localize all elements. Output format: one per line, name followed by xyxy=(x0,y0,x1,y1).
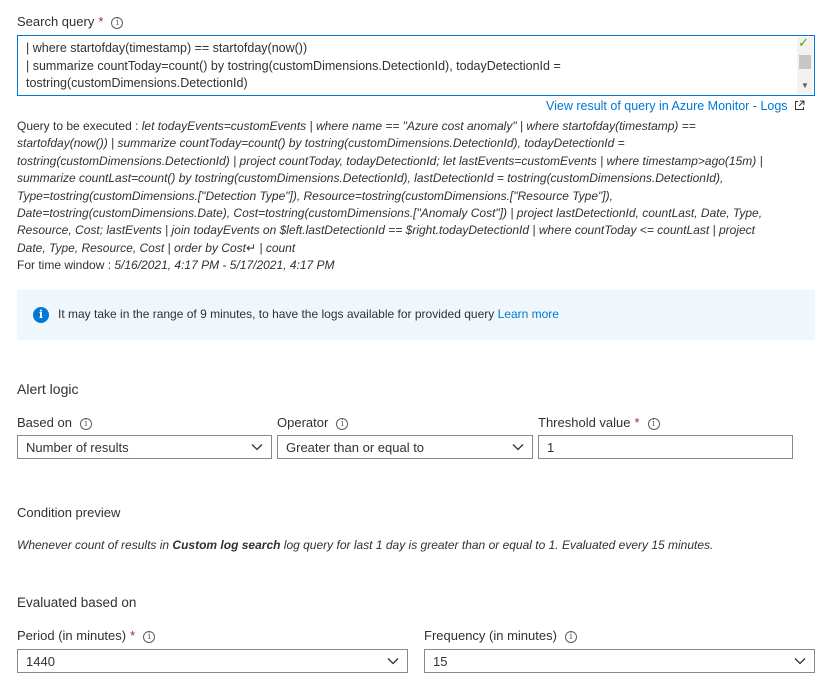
view-result-link-row[interactable]: View result of query in Azure Monitor - … xyxy=(546,99,805,113)
query-exec-line: Resource, Cost; lastEvents | join todayE… xyxy=(17,223,755,238)
info-icon[interactable]: i xyxy=(564,631,577,643)
info-icon[interactable]: i xyxy=(647,418,660,430)
query-exec-line: summarize countLast=count() by tostring(… xyxy=(17,171,724,186)
info-icon[interactable]: i xyxy=(111,17,124,29)
info-icon: i xyxy=(33,307,49,323)
query-line: | summarize countToday=count() by tostri… xyxy=(26,58,561,73)
query-line: | where startofday(timestamp) == startof… xyxy=(26,41,308,55)
based-on-label-row: Based on i xyxy=(17,415,92,430)
period-value: 1440 xyxy=(26,654,55,669)
time-window-value: 5/16/2021, 4:17 PM - 5/17/2021, 4:17 PM xyxy=(114,258,335,273)
chevron-down-icon xyxy=(794,658,806,665)
search-query-input[interactable]: | where startofday(timestamp) == startof… xyxy=(17,35,815,96)
condition-preview-bold: Custom log search xyxy=(172,538,281,552)
check-icon: ✓ xyxy=(798,35,809,50)
threshold-label-row: Threshold value * i xyxy=(538,415,660,430)
query-to-execute: Query to be executed : let todayEvents=c… xyxy=(17,118,817,275)
based-on-label: Based on xyxy=(17,415,72,430)
operator-label-row: Operator i xyxy=(277,415,349,430)
threshold-label: Threshold value xyxy=(538,415,631,430)
query-exec-line: Date, Type, Resource, Cost | order by Co… xyxy=(17,240,296,255)
threshold-input[interactable] xyxy=(538,435,793,459)
time-window: For time window : 5/16/2021, 4:17 PM - 5… xyxy=(17,257,817,274)
info-icon[interactable]: i xyxy=(336,418,349,430)
query-exec-line: Date=tostring(customDimensions.Date), Co… xyxy=(17,206,763,221)
info-icon[interactable]: i xyxy=(143,631,156,643)
query-line: tostring(customDimensions.DetectionId) xyxy=(26,76,248,90)
query-exec-line: tostring(customDimensions.DetectionId) |… xyxy=(17,153,763,168)
required-mark: * xyxy=(634,415,640,430)
condition-preview-title: Condition preview xyxy=(17,505,121,520)
operator-label: Operator xyxy=(277,415,329,430)
based-on-value: Number of results xyxy=(26,440,129,455)
operator-value: Greater than or equal to xyxy=(286,440,425,455)
chevron-down-icon xyxy=(512,444,524,451)
operator-dropdown[interactable]: Greater than or equal to xyxy=(277,435,533,459)
frequency-value: 15 xyxy=(433,654,448,669)
frequency-label: Frequency (in minutes) xyxy=(424,628,557,643)
search-query-text[interactable]: | where startofday(timestamp) == startof… xyxy=(26,40,792,93)
view-result-link[interactable]: View result of query in Azure Monitor - … xyxy=(546,99,788,113)
info-icon[interactable]: i xyxy=(79,418,92,430)
search-query-label: Search query xyxy=(17,14,95,29)
time-window-label: For time window : xyxy=(17,258,115,273)
period-label: Period (in minutes) xyxy=(17,628,127,643)
required-mark: * xyxy=(98,14,104,29)
info-message-bar: i It may take in the range of 9 minutes,… xyxy=(17,290,815,340)
learn-more-link[interactable]: Learn more xyxy=(498,307,559,321)
query-exec-line: Type=tostring(customDimensions.["Detecti… xyxy=(17,188,613,203)
external-link-icon[interactable] xyxy=(794,100,805,111)
query-exec-prefix: Query to be executed : xyxy=(17,119,142,133)
alert-logic-title: Alert logic xyxy=(17,381,79,397)
period-dropdown[interactable]: 1440 xyxy=(17,649,408,673)
query-exec-line: startofday(now()) | summarize countToday… xyxy=(17,136,625,151)
query-scrollbar[interactable]: ✓ ▼ xyxy=(797,35,813,94)
info-message-text: It may take in the range of 9 minutes, t… xyxy=(58,307,495,321)
chevron-down-icon xyxy=(251,444,263,451)
required-mark: * xyxy=(130,628,136,643)
based-on-dropdown[interactable]: Number of results xyxy=(17,435,272,459)
scrollbar-thumb[interactable] xyxy=(799,55,811,69)
search-query-label-row: Search query * i xyxy=(17,14,124,29)
frequency-label-row: Frequency (in minutes) i xyxy=(424,628,577,643)
scroll-down-arrow-icon[interactable]: ▼ xyxy=(801,81,809,90)
frequency-dropdown[interactable]: 15 xyxy=(424,649,815,673)
period-label-row: Period (in minutes) * i xyxy=(17,628,156,643)
info-message: It may take in the range of 9 minutes, t… xyxy=(58,307,559,321)
threshold-value-field[interactable] xyxy=(539,436,792,458)
evaluated-title: Evaluated based on xyxy=(17,595,137,610)
query-exec-line: Query to be executed : let todayEvents=c… xyxy=(17,119,696,133)
condition-preview-text: Whenever count of results in Custom log … xyxy=(17,538,714,552)
chevron-down-icon xyxy=(387,658,399,665)
